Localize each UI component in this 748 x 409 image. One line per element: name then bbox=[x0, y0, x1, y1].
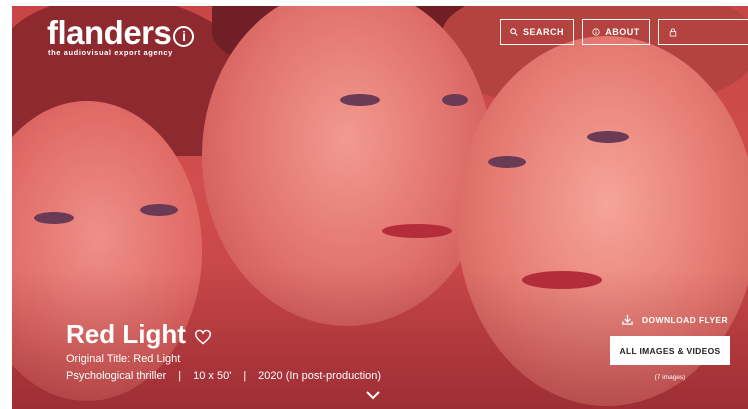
download-flyer-label: DOWNLOAD FLYER bbox=[642, 314, 729, 325]
logo-tagline: the audiovisual export agency bbox=[48, 48, 173, 57]
flanders-logo[interactable]: flanders i the audiovisual export agency bbox=[47, 14, 195, 57]
hero-photo-eye bbox=[140, 204, 178, 216]
production-genre: Psychological thriller bbox=[66, 370, 167, 382]
hero-photo-eye bbox=[34, 212, 74, 224]
all-images-videos-label: ALL IMAGES & VIDEOS bbox=[619, 345, 721, 356]
hero-photo-lips bbox=[382, 224, 452, 238]
hero-photo-eye bbox=[587, 131, 629, 143]
search-button[interactable]: SEARCH bbox=[500, 19, 574, 45]
search-icon bbox=[510, 28, 518, 36]
production-title-row: Red Light bbox=[66, 319, 212, 350]
lock-icon bbox=[669, 28, 677, 37]
about-button-label: ABOUT bbox=[605, 27, 640, 37]
all-images-videos-button[interactable]: ALL IMAGES & VIDEOS bbox=[610, 336, 730, 365]
logo-info-mark: i bbox=[173, 26, 195, 47]
meta-separator: | bbox=[178, 370, 182, 382]
hero-banner: flanders i the audiovisual export agency … bbox=[12, 6, 748, 409]
hero-photo-eye bbox=[340, 94, 380, 106]
original-title: Original Title: Red Light bbox=[66, 353, 181, 365]
heart-icon[interactable] bbox=[194, 329, 212, 345]
meta-separator: | bbox=[243, 370, 247, 382]
hero-photo-eye bbox=[488, 156, 526, 168]
chevron-down-icon[interactable] bbox=[366, 391, 380, 400]
production-status: 2020 (In post-production) bbox=[258, 370, 382, 382]
hero-photo-eye bbox=[442, 94, 468, 106]
production-title: Red Light bbox=[66, 319, 186, 349]
production-meta: Psychological thriller | 10 x 50' | 2020… bbox=[66, 370, 381, 382]
login-button[interactable] bbox=[658, 19, 748, 45]
info-icon bbox=[592, 28, 600, 36]
about-button[interactable]: ABOUT bbox=[582, 19, 650, 45]
download-flyer-link[interactable]: DOWNLOAD FLYER bbox=[622, 314, 728, 325]
search-button-label: SEARCH bbox=[522, 27, 564, 37]
logo-wordmark: flanders bbox=[47, 14, 172, 51]
images-count: (7 images) bbox=[654, 374, 686, 381]
production-episodes: 10 x 50' bbox=[193, 370, 232, 382]
download-icon bbox=[622, 314, 633, 325]
